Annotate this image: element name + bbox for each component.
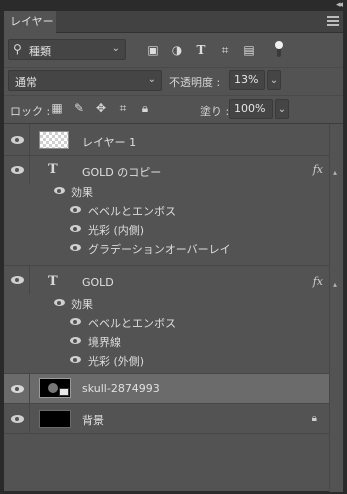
visibility-eye-icon[interactable] [11, 276, 24, 284]
effect-item[interactable]: 光彩 (外側) [4, 351, 329, 369]
layer-row[interactable]: T GOLD のコピー fx 効果 ベベルとエンボス 光彩 (内側) グラデーシ… [4, 156, 329, 266]
search-icon: ⚲ [13, 42, 22, 56]
lock-transparent-pixels-icon[interactable]: ▦ [50, 101, 64, 115]
blend-row: 通常 ⌄ 不透明度 : 13% ⌄ [4, 67, 343, 93]
filter-kind-select[interactable]: ⚲ 種類 ⌄ [8, 39, 126, 60]
text-layer-icon: T [48, 162, 58, 177]
blend-mode-value: 通常 [15, 76, 37, 89]
fx-icon[interactable]: fx [313, 275, 323, 288]
tab-layers[interactable]: レイヤー [4, 11, 56, 33]
layers-list: レイヤー 1 T GOLD のコピー fx 効果 ベベルとエンボス 光彩 (内側… [4, 123, 343, 492]
filter-kind-label: 種類 [29, 45, 51, 58]
visibility-eye-icon[interactable] [70, 356, 81, 363]
top-strip: ◂◂ [0, 0, 347, 10]
panel-tab-bar: レイヤー [4, 11, 343, 33]
opacity-label: 不透明度 : [169, 76, 221, 89]
layer-name: GOLD のコピー [82, 166, 162, 179]
lock-artboard-icon[interactable]: ⌗ [116, 101, 130, 115]
effects-label: 効果 [71, 186, 93, 199]
adjustment-filter-icon[interactable]: ◑ [170, 43, 184, 57]
layers-panel: レイヤー ⚲ 種類 ⌄ ▣ ◑ T ⌗ ▤ 通常 ⌄ 不透明度 : 13% ⌄ … [3, 10, 344, 492]
collapse-panels-icon[interactable]: ◂◂ [336, 0, 343, 10]
visibility-eye-icon[interactable] [11, 415, 24, 423]
effects-expand-icon[interactable]: ▴ [333, 280, 347, 289]
layer-row[interactable]: レイヤー 1 [4, 124, 329, 156]
layer-thumbnail [39, 131, 69, 149]
blend-mode-select[interactable]: 通常 ⌄ [8, 70, 162, 91]
text-layer-icon: T [48, 274, 58, 289]
effect-label: ベベルとエンボス [88, 205, 176, 218]
effects-header[interactable]: 効果 [4, 294, 329, 312]
effect-item[interactable]: ベベルとエンボス [4, 313, 329, 331]
type-filter-icon[interactable]: T [194, 43, 208, 57]
visibility-eye-icon[interactable] [70, 318, 81, 325]
visibility-eye-icon[interactable] [11, 385, 24, 393]
effect-item[interactable]: グラデーションオーバーレイ [4, 239, 329, 257]
chevron-down-icon: ⌄ [147, 74, 156, 85]
visibility-eye-icon[interactable] [54, 299, 65, 306]
layer-row[interactable]: T GOLD fx 効果 ベベルとエンボス 境界線 光彩 (外側) [4, 266, 329, 374]
layer-name: レイヤー 1 [82, 136, 137, 149]
effects-header[interactable]: 効果 [4, 182, 329, 200]
lock-label: ロック : [10, 105, 51, 118]
opacity-dropdown-icon[interactable]: ⌄ [267, 70, 281, 90]
layer-row-selected[interactable]: skull-2874993 [4, 374, 329, 404]
effect-label: ベベルとエンボス [88, 317, 176, 330]
effect-label: 境界線 [88, 336, 121, 349]
smart-object-filter-icon[interactable]: ▤ [242, 43, 256, 57]
visibility-eye-icon[interactable] [70, 206, 81, 213]
filter-toggle-icon[interactable] [274, 41, 283, 57]
lock-all-icon[interactable]: 🔒︎ [138, 101, 152, 115]
effect-item[interactable]: 境界線 [4, 332, 329, 350]
filter-row: ⚲ 種類 ⌄ ▣ ◑ T ⌗ ▤ [4, 35, 343, 65]
visibility-eye-icon[interactable] [70, 244, 81, 251]
visibility-eye-icon[interactable] [54, 187, 65, 194]
layer-thumbnail [39, 410, 71, 428]
smart-object-thumbnail [39, 378, 71, 398]
effects-label: 効果 [71, 298, 93, 311]
layer-name: skull-2874993 [82, 382, 160, 395]
visibility-eye-icon[interactable] [11, 166, 24, 174]
effect-label: グラデーションオーバーレイ [88, 243, 231, 256]
layer-row[interactable]: 背景 🔒︎ [4, 404, 329, 434]
lock-icon: 🔒︎ [311, 413, 317, 424]
shape-filter-icon[interactable]: ⌗ [218, 43, 232, 57]
opacity-field[interactable]: 13% [229, 70, 265, 90]
fill-dropdown-icon[interactable]: ⌄ [275, 99, 289, 119]
lock-image-pixels-icon[interactable]: ✎ [72, 101, 86, 115]
lock-row: ロック : ▦ ✎ ✥ ⌗ 🔒︎ 塗り : 100% ⌄ [4, 95, 343, 121]
chevron-down-icon: ⌄ [111, 43, 120, 54]
effect-label: 光彩 (外側) [88, 355, 145, 368]
lock-position-icon[interactable]: ✥ [94, 101, 108, 115]
visibility-eye-icon[interactable] [70, 337, 81, 344]
effect-item[interactable]: 光彩 (内側) [4, 220, 329, 238]
effect-label: 光彩 (内側) [88, 224, 145, 237]
layer-name: GOLD [82, 276, 114, 289]
panel-menu-icon[interactable] [327, 16, 339, 28]
scrollbar[interactable]: ▴ ▴ [329, 124, 343, 492]
fill-label: 塗り : [200, 105, 230, 118]
fx-icon[interactable]: fx [313, 163, 323, 176]
smart-object-badge-icon [59, 388, 69, 396]
visibility-eye-icon[interactable] [11, 136, 24, 144]
image-filter-icon[interactable]: ▣ [146, 43, 160, 57]
effect-item[interactable]: ベベルとエンボス [4, 201, 329, 219]
layer-name: 背景 [82, 414, 104, 427]
visibility-eye-icon[interactable] [70, 225, 81, 232]
effects-expand-icon[interactable]: ▴ [333, 168, 347, 177]
fill-field[interactable]: 100% [229, 99, 273, 119]
